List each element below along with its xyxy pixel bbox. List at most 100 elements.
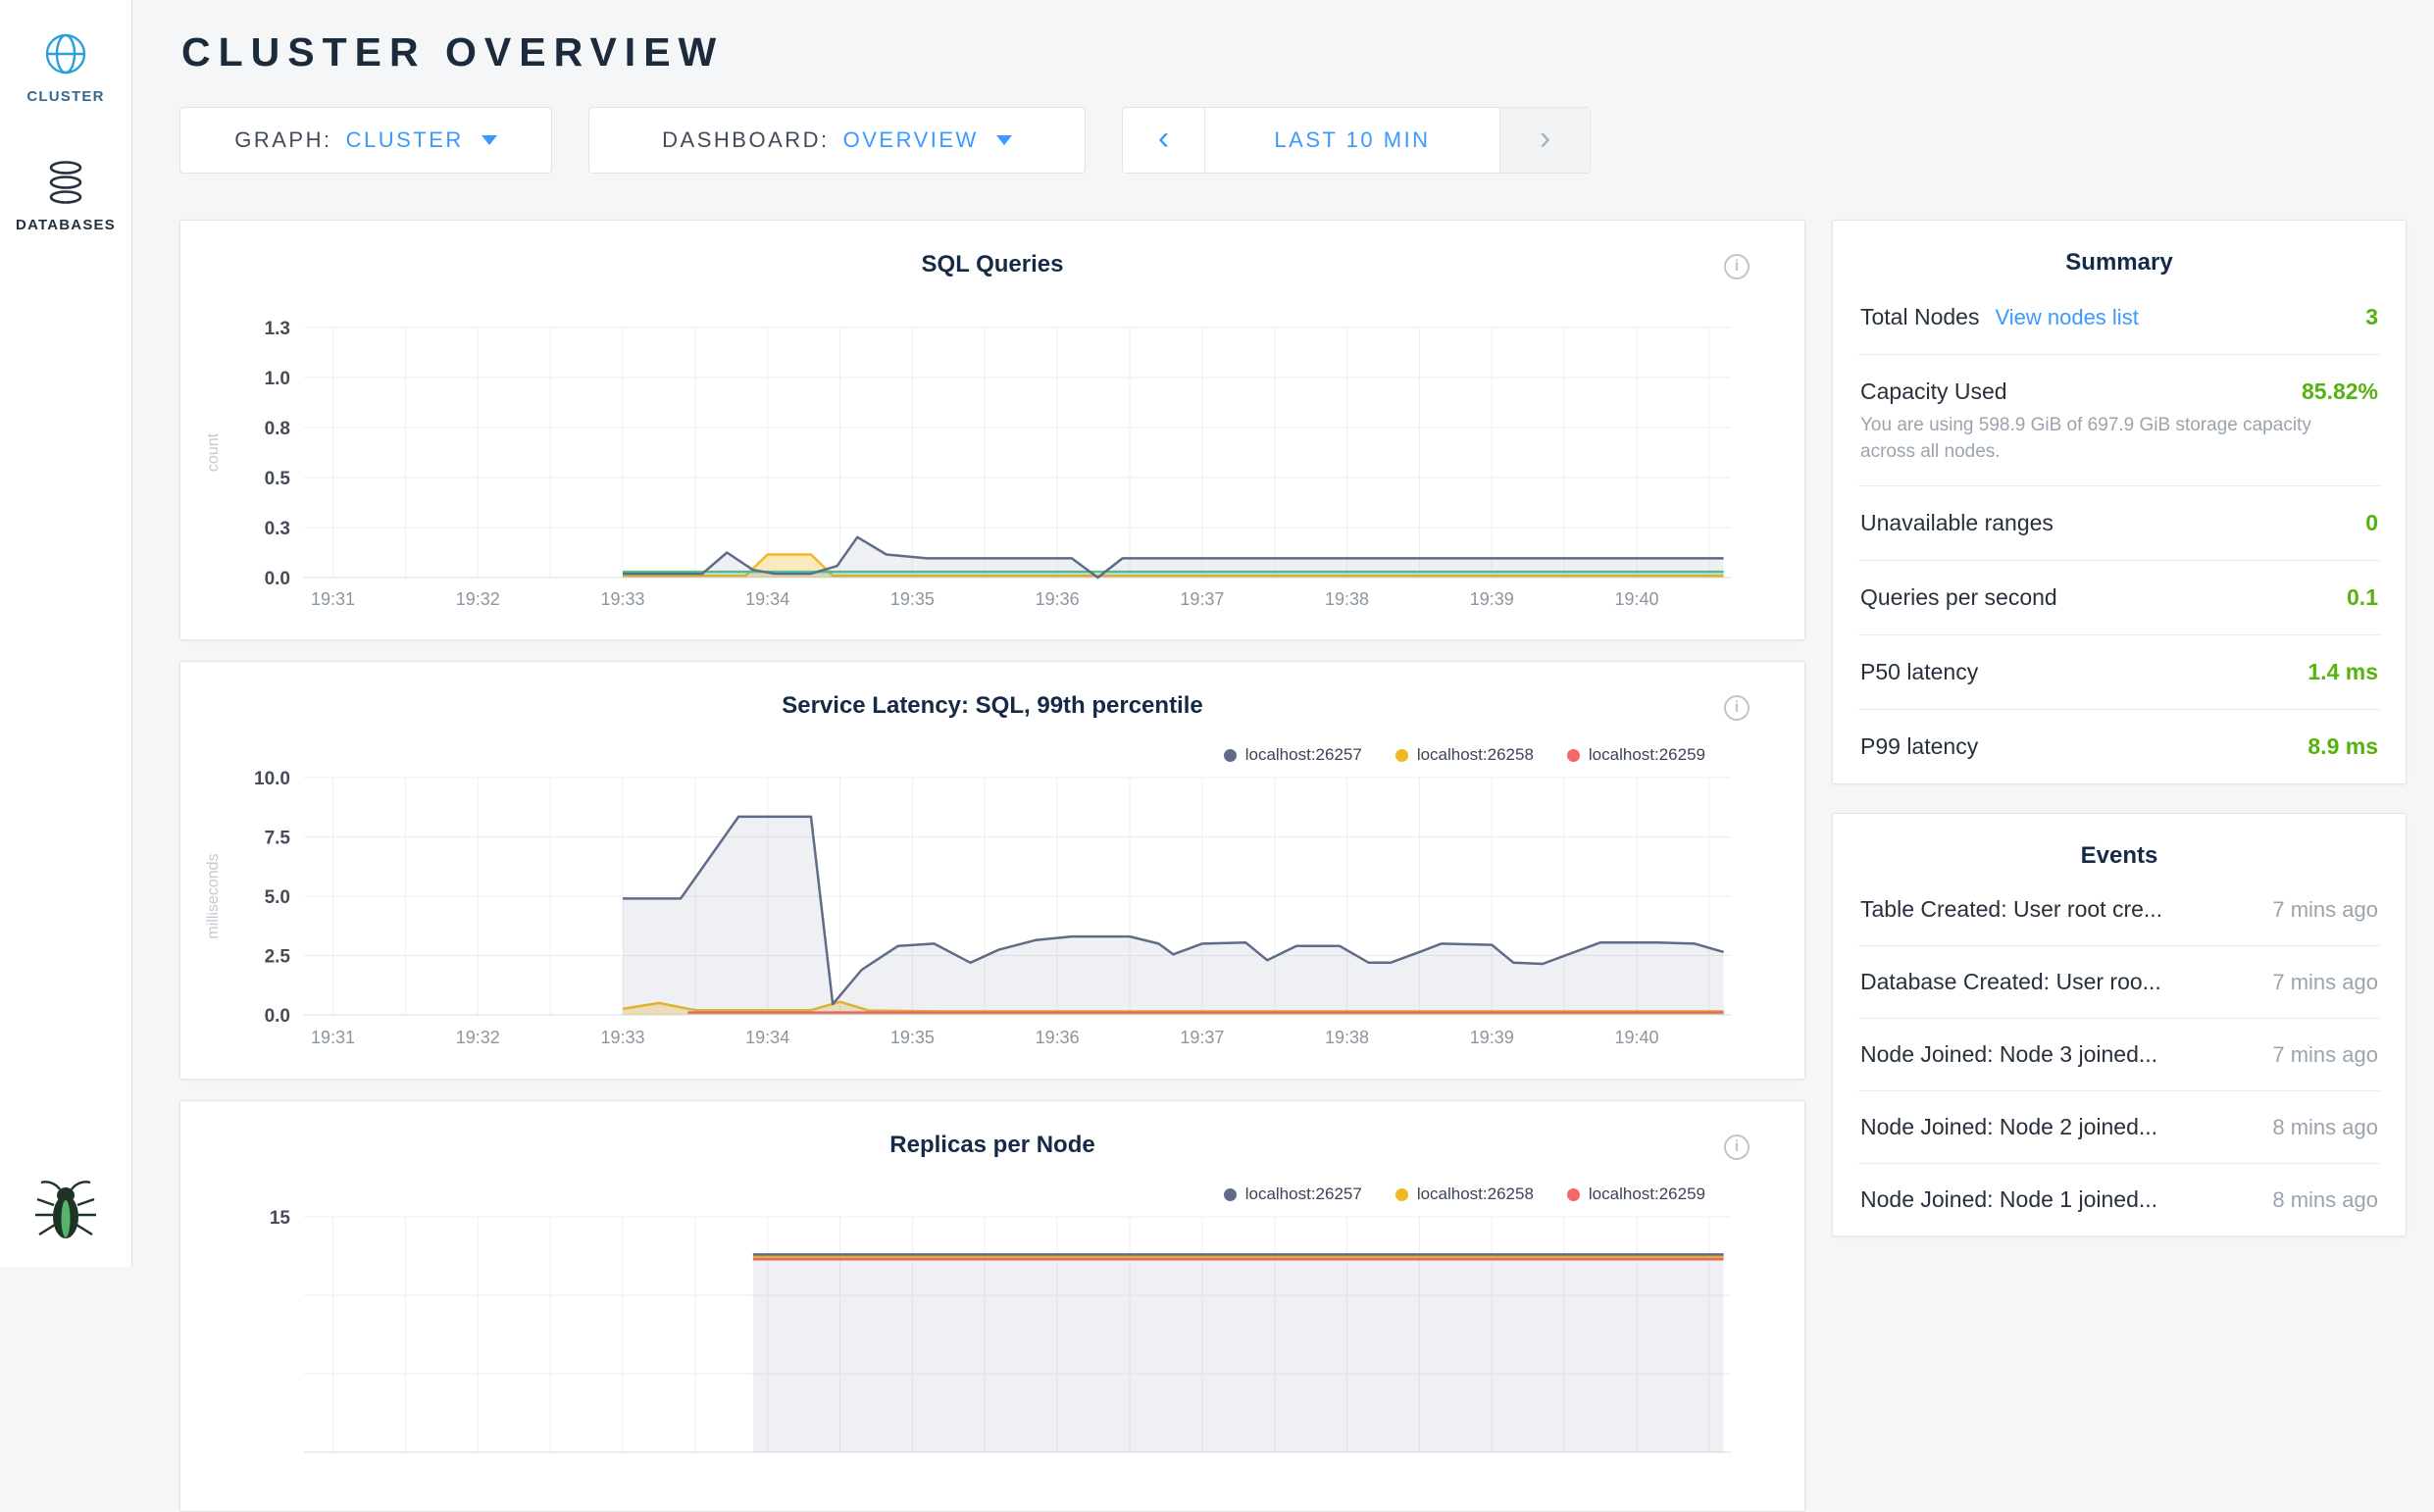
- legend-item[interactable]: localhost:26258: [1395, 745, 1534, 765]
- svg-text:19:35: 19:35: [890, 589, 935, 609]
- p50-latency-value: 1.4 ms: [2307, 659, 2378, 685]
- capacity-label: Capacity Used: [1860, 378, 2007, 405]
- svg-text:19:33: 19:33: [600, 1028, 644, 1047]
- summary-row-p99: P99 latency 8.9 ms: [1858, 710, 2380, 783]
- svg-text:19:37: 19:37: [1180, 589, 1224, 609]
- chart-plot[interactable]: 1519:3119:3219:3319:3419:3519:3619:3719:…: [180, 1101, 1804, 1511]
- dashboard-dropdown-label: DASHBOARD:: [662, 127, 829, 153]
- event-label: Node Joined: Node 1 joined...: [1860, 1186, 2157, 1213]
- sidebar-item-label: CLUSTER: [26, 88, 104, 105]
- time-next-button[interactable]: [1499, 108, 1590, 173]
- event-row[interactable]: Node Joined: Node 1 joined... 8 mins ago: [1858, 1164, 2380, 1235]
- legend-dot: [1395, 749, 1408, 762]
- chart-legend: localhost:26257 localhost:26258 localhost:…: [1224, 745, 1705, 765]
- svg-text:19:33: 19:33: [600, 589, 644, 609]
- capacity-value: 85.82%: [2302, 378, 2378, 405]
- summary-row-capacity: Capacity Used 85.82% You are using 598.9…: [1858, 355, 2380, 486]
- legend-item[interactable]: localhost:26258: [1395, 1184, 1534, 1204]
- svg-text:0.3: 0.3: [265, 519, 290, 539]
- legend-dot: [1567, 1188, 1580, 1201]
- info-icon[interactable]: [1724, 695, 1749, 721]
- summary-panel: Summary Total Nodes View nodes list 3 Ca…: [1832, 220, 2407, 784]
- p99-latency-label: P99 latency: [1860, 733, 1978, 760]
- summary-row-total-nodes: Total Nodes View nodes list 3: [1858, 280, 2380, 355]
- event-label: Table Created: User root cre...: [1860, 896, 2162, 923]
- graph-dropdown-value: CLUSTER: [346, 127, 464, 153]
- graph-dropdown-label: GRAPH:: [234, 127, 331, 153]
- info-icon[interactable]: [1724, 1134, 1749, 1160]
- event-time: 7 mins ago: [2272, 1042, 2378, 1068]
- legend-item[interactable]: localhost:26257: [1224, 1184, 1362, 1204]
- dashboard-content: SQL Queries 0.0 0.3 0.5 0.8 1.0 1.3 19:31 19:32…: [179, 220, 2407, 1512]
- chart-plot[interactable]: 0.0 0.3 0.5 0.8 1.0 1.3 19:31 19:32 19:33 19:34 19…: [180, 221, 1804, 639]
- p99-latency-value: 8.9 ms: [2307, 733, 2378, 760]
- svg-text:19:39: 19:39: [1470, 1028, 1514, 1047]
- legend-item[interactable]: localhost:26259: [1567, 1184, 1705, 1204]
- time-range-button[interactable]: LAST 10 MIN: [1205, 108, 1499, 173]
- sidebar-item-databases[interactable]: DATABASES: [0, 160, 131, 233]
- graph-dropdown[interactable]: GRAPH: CLUSTER: [179, 107, 552, 174]
- chart-legend: localhost:26257 localhost:26258 localhost:…: [1224, 1184, 1705, 1204]
- svg-text:19:38: 19:38: [1325, 589, 1369, 609]
- svg-text:0.0: 0.0: [265, 569, 290, 589]
- svg-text:1.3: 1.3: [265, 319, 290, 339]
- page-title: CLUSTER OVERVIEW: [181, 29, 2407, 76]
- svg-text:19:40: 19:40: [1614, 1028, 1658, 1047]
- event-row[interactable]: Database Created: User roo... 7 mins ago: [1858, 946, 2380, 1019]
- svg-text:19:31: 19:31: [311, 589, 355, 609]
- summary-row-p50: P50 latency 1.4 ms: [1858, 635, 2380, 710]
- chart-title: SQL Queries: [180, 251, 1804, 278]
- legend-item[interactable]: localhost:26257: [1224, 745, 1362, 765]
- legend-label: localhost:26257: [1245, 1184, 1362, 1204]
- chart-service-latency: Service Latency: SQL, 99th percentile lo…: [179, 661, 1805, 1080]
- svg-text:7.5: 7.5: [265, 829, 291, 849]
- unavailable-ranges-value: 0: [2365, 510, 2378, 536]
- cockroachdb-logo[interactable]: [32, 1176, 99, 1251]
- svg-text:19:34: 19:34: [745, 589, 789, 609]
- cockroach-bug-icon: [32, 1176, 99, 1246]
- dashboard-dropdown-value: OVERVIEW: [843, 127, 979, 153]
- chart-title: Replicas per Node: [180, 1132, 1804, 1159]
- app: CLUSTER DATABASES: [0, 0, 2434, 1267]
- svg-text:0.8: 0.8: [265, 419, 290, 439]
- event-row[interactable]: Table Created: User root cre... 7 mins a…: [1858, 874, 2380, 946]
- svg-text:0.5: 0.5: [265, 469, 291, 489]
- svg-text:count: count: [205, 432, 222, 472]
- legend-label: localhost:26258: [1417, 745, 1534, 765]
- svg-text:19:31: 19:31: [311, 1028, 355, 1047]
- qps-label: Queries per second: [1860, 584, 2057, 611]
- chevron-down-icon: [482, 135, 497, 145]
- dashboard-dropdown[interactable]: DASHBOARD: OVERVIEW: [588, 107, 1086, 174]
- legend-item[interactable]: localhost:26259: [1567, 745, 1705, 765]
- legend-label: localhost:26257: [1245, 745, 1362, 765]
- svg-text:5.0: 5.0: [265, 887, 290, 908]
- time-prev-button[interactable]: [1123, 108, 1205, 173]
- summary-title: Summary: [1858, 249, 2380, 277]
- unavailable-ranges-label: Unavailable ranges: [1860, 510, 2054, 536]
- info-icon[interactable]: [1724, 254, 1749, 279]
- time-range-selector: LAST 10 MIN: [1122, 107, 1591, 174]
- svg-text:19:32: 19:32: [456, 589, 500, 609]
- svg-text:19:37: 19:37: [1180, 1028, 1224, 1047]
- event-row[interactable]: Node Joined: Node 3 joined... 7 mins ago: [1858, 1019, 2380, 1091]
- events-panel: Events Table Created: User root cre... 7…: [1832, 813, 2407, 1236]
- sidebar-item-cluster[interactable]: CLUSTER: [0, 31, 131, 105]
- svg-text:19:40: 19:40: [1614, 589, 1658, 609]
- svg-text:1.0: 1.0: [265, 369, 290, 389]
- chart-plot[interactable]: 0.02.55.07.510.019:3119:3219:3319:3419:3…: [180, 662, 1804, 1079]
- event-row[interactable]: Node Joined: Node 2 joined... 8 mins ago: [1858, 1091, 2380, 1164]
- sidebar: CLUSTER DATABASES: [0, 0, 132, 1267]
- view-nodes-list-link[interactable]: View nodes list: [1995, 305, 2138, 330]
- event-time: 7 mins ago: [2272, 897, 2378, 923]
- svg-text:19:38: 19:38: [1325, 1028, 1369, 1047]
- chart-replicas-per-node: Replicas per Node localhost:26257localho…: [179, 1100, 1805, 1512]
- legend-dot: [1567, 749, 1580, 762]
- svg-text:0.0: 0.0: [265, 1006, 290, 1027]
- event-label: Node Joined: Node 3 joined...: [1860, 1041, 2157, 1068]
- capacity-note: You are using 598.9 GiB of 697.9 GiB sto…: [1860, 413, 2313, 466]
- legend-dot: [1395, 1188, 1408, 1201]
- legend-dot: [1224, 749, 1237, 762]
- p50-latency-label: P50 latency: [1860, 659, 1978, 685]
- event-time: 8 mins ago: [2272, 1115, 2378, 1140]
- database-icon: [45, 160, 86, 205]
